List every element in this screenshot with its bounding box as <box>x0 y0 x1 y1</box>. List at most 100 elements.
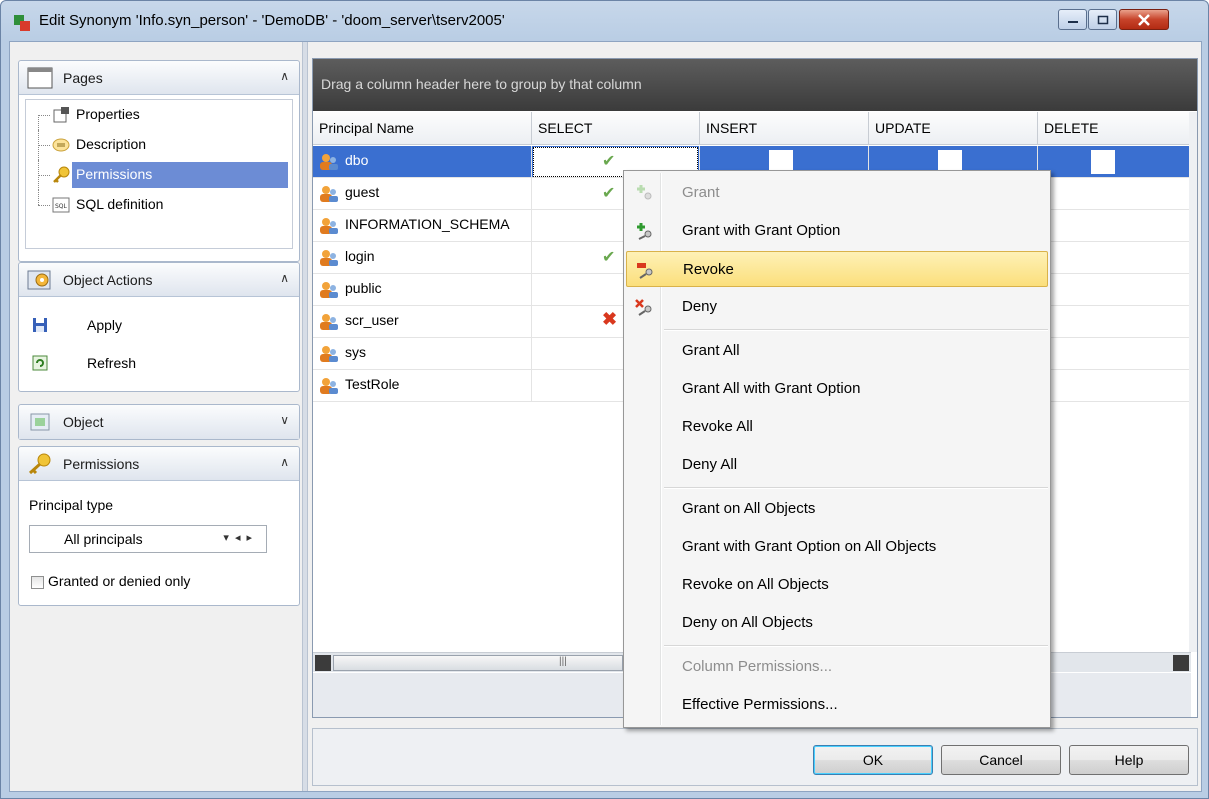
principal-cell[interactable]: sys <box>313 338 532 370</box>
apply-label: Apply <box>87 317 123 333</box>
object-icon <box>30 413 50 431</box>
grant-icon <box>637 185 652 200</box>
principal-name: TestRole <box>345 376 400 392</box>
permissions-panel-title: Permissions <box>63 456 140 472</box>
title-bar[interactable]: Edit Synonym 'Info.syn_person' - 'DemoDB… <box>1 1 1208 41</box>
menu-item-deny-all[interactable]: Deny All <box>626 447 1048 483</box>
principal-cell[interactable]: guest <box>313 178 532 210</box>
page-properties[interactable]: Properties <box>26 100 292 130</box>
refresh-action[interactable]: Refresh <box>31 351 281 377</box>
properties-icon <box>53 107 69 123</box>
page-label: SQL definition <box>76 196 164 212</box>
principal-cell[interactable]: public <box>313 274 532 306</box>
principal-type-value: All principals <box>64 531 143 547</box>
scroll-right-icon[interactable] <box>1173 655 1189 671</box>
menu-item-grant-with-grant-option-on-all-objects[interactable]: Grant with Grant Option on All Objects <box>626 529 1048 565</box>
granted-check-icon: ✔ <box>602 185 616 202</box>
maximize-button[interactable] <box>1088 9 1117 30</box>
combo-arrows-icon[interactable]: ▾◂▸ <box>223 531 258 544</box>
help-button[interactable]: Help <box>1069 745 1189 775</box>
principal-cell[interactable]: login <box>313 242 532 274</box>
user-group-icon <box>320 186 338 202</box>
page-description[interactable]: Description <box>26 130 292 160</box>
column-header-insert[interactable]: INSERT <box>700 112 869 145</box>
menu-item-revoke[interactable]: Revoke <box>626 251 1048 287</box>
permission-cell-delete[interactable] <box>1038 338 1191 370</box>
menu-item-column-permissions[interactable]: Column Permissions... <box>626 649 1048 685</box>
revoke-icon <box>637 263 653 279</box>
principal-cell[interactable]: INFORMATION_SCHEMA <box>313 210 532 242</box>
permissions-context-menu: Grant Grant with Grant Option Revoke Den… <box>623 170 1051 728</box>
key-icon <box>28 453 51 475</box>
permission-cell-delete[interactable] <box>1038 210 1191 242</box>
menu-item-grant-with-grant-option[interactable]: Grant with Grant Option <box>626 213 1048 249</box>
pane-splitter[interactable] <box>302 42 308 791</box>
object-panel-header[interactable]: Object ∨ <box>19 405 299 439</box>
menu-item-revoke-on-all-objects[interactable]: Revoke on All Objects <box>626 567 1048 603</box>
object-actions-header[interactable]: Object Actions ∧ <box>19 263 299 297</box>
menu-item-revoke-all[interactable]: Revoke All <box>626 409 1048 445</box>
principal-name: sys <box>345 344 366 360</box>
permission-cell-delete[interactable] <box>1038 274 1191 306</box>
menu-item-label: Deny All <box>682 456 738 473</box>
permission-checkbox[interactable] <box>1091 150 1115 174</box>
granted-check-icon: ✔ <box>602 249 616 266</box>
grip-icon: ||| <box>559 656 567 667</box>
close-button[interactable] <box>1119 9 1169 30</box>
menu-item-grant-all-with-grant-option[interactable]: Grant All with Grant Option <box>626 371 1048 407</box>
permission-cell-delete[interactable] <box>1038 242 1191 274</box>
column-header-label: DELETE <box>1044 120 1099 136</box>
dialog-button-bar: OK Cancel Help <box>312 728 1198 786</box>
menu-item-grant[interactable]: Grant <box>626 175 1048 211</box>
collapse-chevron-icon[interactable]: ∧ <box>280 69 289 83</box>
principal-name: login <box>345 248 375 264</box>
cancel-label: Cancel <box>979 752 1023 768</box>
menu-item-label: Deny <box>682 298 718 315</box>
column-header-select[interactable]: SELECT <box>532 112 700 145</box>
permission-cell-delete[interactable] <box>1038 178 1191 210</box>
user-group-icon <box>320 314 338 330</box>
scroll-thumb[interactable] <box>333 655 623 671</box>
minimize-button[interactable] <box>1058 9 1087 30</box>
menu-item-label: Column Permissions... <box>682 658 833 675</box>
group-by-panel[interactable]: Drag a column header here to group by th… <box>313 59 1197 111</box>
menu-item-effective-permissions[interactable]: Effective Permissions... <box>626 687 1048 723</box>
expand-chevron-icon[interactable]: ∨ <box>280 413 289 427</box>
apply-action[interactable]: Apply <box>31 313 281 339</box>
user-group-icon <box>320 282 338 298</box>
maximize-icon <box>1089 10 1116 29</box>
column-header-label: UPDATE <box>875 120 931 136</box>
principal-cell[interactable]: scr_user <box>313 306 532 338</box>
save-icon <box>33 318 47 332</box>
column-header-update[interactable]: UPDATE <box>869 112 1038 145</box>
pages-panel-header[interactable]: Pages ∧ <box>19 61 299 95</box>
menu-item-grant-on-all-objects[interactable]: Grant on All Objects <box>626 491 1048 527</box>
principal-type-select[interactable]: All principals ▾◂▸ <box>29 525 267 553</box>
pages-panel: Pages ∧ Properties Description Permissio… <box>18 60 300 262</box>
permission-cell-delete[interactable] <box>1038 306 1191 338</box>
vertical-scrollbar[interactable] <box>1189 112 1197 652</box>
principal-cell[interactable]: TestRole <box>313 370 532 402</box>
scroll-left-icon[interactable] <box>315 655 331 671</box>
checkbox-box[interactable] <box>31 576 44 589</box>
ok-button[interactable]: OK <box>813 745 933 775</box>
menu-item-deny-on-all-objects[interactable]: Deny on All Objects <box>626 605 1048 641</box>
principal-cell[interactable]: dbo <box>313 146 532 178</box>
description-icon <box>52 138 70 152</box>
column-header-label: INSERT <box>706 120 758 136</box>
collapse-chevron-icon[interactable]: ∧ <box>280 455 289 469</box>
menu-item-grant-all[interactable]: Grant All <box>626 333 1048 369</box>
permission-cell-delete[interactable] <box>1038 370 1191 402</box>
page-sql-definition[interactable]: SQL SQL definition <box>26 190 292 220</box>
column-header-principal[interactable]: Principal Name <box>313 112 532 145</box>
page-permissions[interactable]: Permissions <box>26 160 292 190</box>
menu-item-deny[interactable]: Deny <box>626 289 1048 325</box>
menu-item-label: Revoke All <box>682 418 753 435</box>
permissions-panel-header[interactable]: Permissions ∧ <box>19 447 299 481</box>
user-group-icon <box>320 154 338 170</box>
permission-cell-delete[interactable] <box>1038 146 1191 178</box>
menu-separator <box>664 645 1048 647</box>
column-header-delete[interactable]: DELETE <box>1038 112 1191 145</box>
collapse-chevron-icon[interactable]: ∧ <box>280 271 289 285</box>
cancel-button[interactable]: Cancel <box>941 745 1061 775</box>
